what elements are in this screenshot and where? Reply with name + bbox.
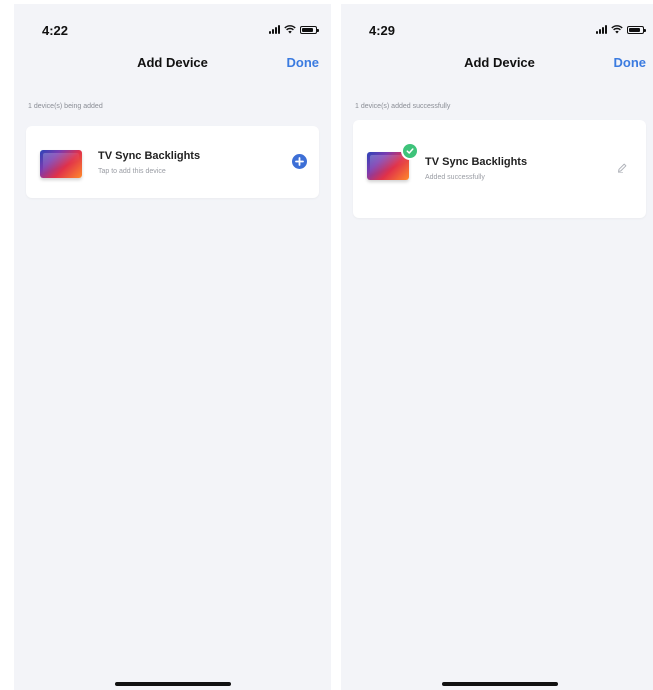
plus-circle-icon[interactable] [292,154,307,169]
battery-icon [627,26,646,34]
device-card[interactable]: TV Sync Backlights Added successfully [353,120,646,218]
home-indicator[interactable] [441,682,558,686]
page-title: Add Device [137,55,208,70]
tv-device-icon [367,142,419,182]
home-indicator[interactable] [114,682,231,686]
edit-pencil-icon[interactable] [616,162,628,174]
status-bar: 4:22 [14,4,331,58]
section-note: 1 device(s) being added [28,103,103,110]
device-card[interactable]: TV Sync Backlights Tap to add this devic… [26,126,319,198]
device-subtitle: Added successfully [425,174,485,181]
status-bar: 4:29 [341,4,653,58]
status-time: 4:22 [42,23,69,38]
done-button[interactable]: Done [614,55,647,70]
screen-added: 4:29 Add Device Done 1 device(s) added s… [341,4,653,690]
done-button[interactable]: Done [287,55,320,70]
signal-icon [596,25,607,34]
wifi-icon [284,25,296,34]
page-title: Add Device [464,55,535,70]
device-name: TV Sync Backlights [98,150,201,162]
screen-adding: 4:22 Add Device Done 1 device(s) being a… [14,4,331,690]
device-name: TV Sync Backlights [425,156,528,168]
signal-icon [269,25,280,34]
wifi-icon [611,25,623,34]
status-icons [269,24,319,34]
status-icons [596,24,646,34]
status-time: 4:29 [369,23,396,38]
tv-device-icon [40,148,84,180]
device-subtitle: Tap to add this device [98,168,166,175]
section-note: 1 device(s) added successfully [355,103,451,110]
battery-icon [300,26,319,34]
check-circle-icon [401,142,419,160]
